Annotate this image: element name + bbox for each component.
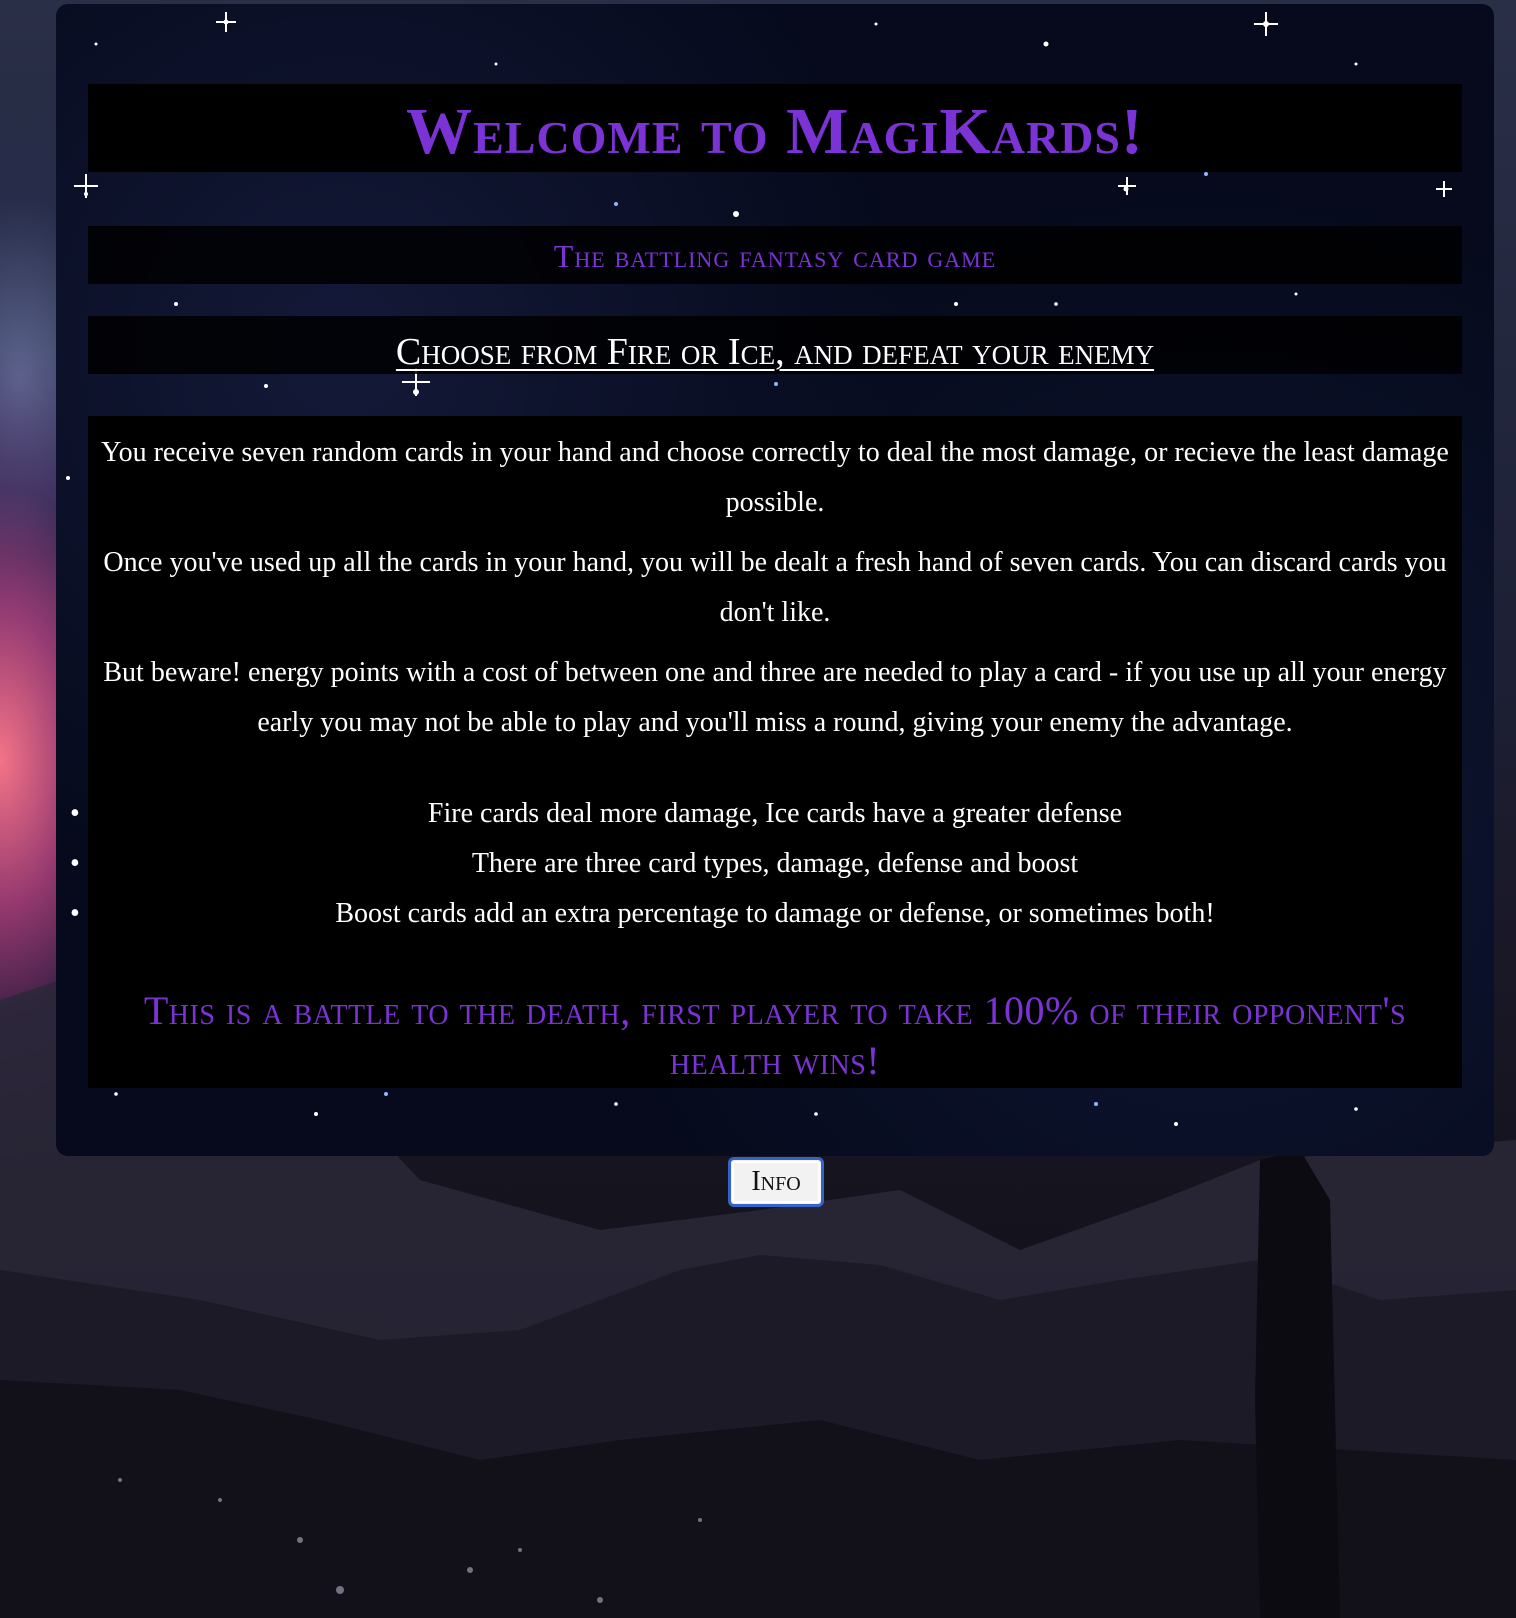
page-title: Welcome to MagiKards!: [406, 95, 1144, 168]
rule-text: Boost cards add an extra percentage to d…: [335, 898, 1215, 929]
rule-text: Fire cards deal more damage, Ice cards h…: [427, 798, 1123, 829]
intro-paragraph: But beware! energy points with a cost of…: [103, 657, 1447, 738]
list-item: • Boost cards add an extra percentage to…: [70, 889, 1462, 939]
bullet-icon: •: [70, 898, 80, 929]
bullet-icon: •: [70, 798, 80, 829]
intro-paragraph: You receive seven random cards in your h…: [101, 437, 1449, 518]
info-button[interactable]: Info: [728, 1157, 824, 1207]
list-item: • Fire cards deal more damage, Ice cards…: [70, 789, 1462, 839]
tagline-heading: Choose from Fire or Ice, and defeat your…: [395, 331, 1155, 373]
bullet-icon: •: [70, 848, 80, 879]
intro-panel: Welcome to MagiKards! The battling fanta…: [56, 4, 1494, 1156]
list-item: • There are three card types, damage, de…: [70, 839, 1462, 889]
battle-note: This is a battle to the death, first pla…: [143, 988, 1407, 1083]
rules-list: • Fire cards deal more damage, Ice cards…: [70, 789, 1462, 939]
rule-text: There are three card types, damage, defe…: [471, 848, 1079, 879]
page-subtitle: The battling fantasy card game: [553, 238, 997, 274]
intro-paragraph: Once you've used up all the cards in you…: [103, 547, 1447, 628]
